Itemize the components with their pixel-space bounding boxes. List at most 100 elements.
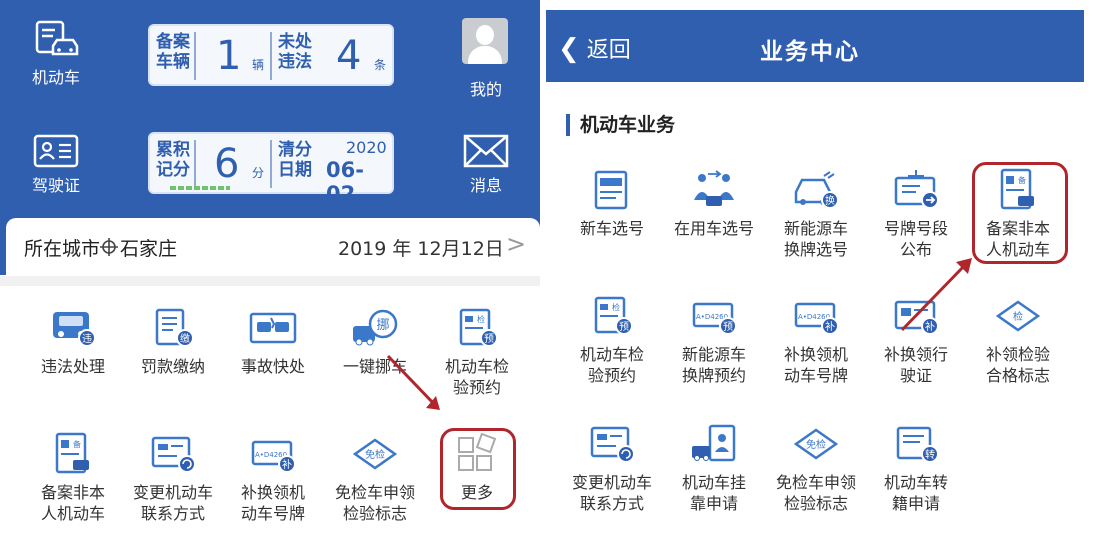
svg-text:补: 补 (825, 320, 835, 333)
service-label: 违法处理 (40, 357, 105, 376)
back-button[interactable]: ❮ 返回 (558, 32, 631, 64)
points-progress (170, 186, 230, 190)
vehicle-summary-card[interactable]: 备案 车辆 1 辆 未处 违法 4 条 (148, 24, 394, 86)
plate-replace-icon: A•D4260 补 (790, 294, 842, 338)
service-label: 变更机动车 联系方式 (571, 473, 652, 513)
svg-text:预: 预 (723, 321, 733, 333)
right-screen: ❮ 返回 业务中心 机动车业务 新车选号 在用车选号 换 新能源车 换牌选号 号… (546, 0, 1113, 552)
inspection-icon: 检 预 (586, 294, 638, 338)
message-tab[interactable]: 消息 (446, 134, 526, 196)
service-label: 变更机动车 联系方式 (132, 483, 213, 523)
service-label: 免检车申领 检验标志 (334, 483, 415, 523)
transfer-icon: 转 (890, 422, 942, 466)
inspect-mark-icon: 检 (992, 294, 1044, 338)
service-label: 新能源车 换牌选号 (783, 219, 848, 259)
left-screen: 机动车 驾驶证 备案 车辆 1 辆 未处 违法 4 条 累积 记分 6 分 清分 日期 … (0, 0, 540, 552)
message-label: 消息 (469, 176, 502, 195)
service-exempt[interactable]: 免检 免检车申领 检验标志 (764, 422, 868, 514)
chevron-right-icon[interactable]: > (506, 230, 526, 258)
svg-text:检: 检 (477, 314, 485, 324)
accident-icon (247, 306, 299, 350)
service-change-contact[interactable]: 变更机动车 联系方式 (124, 432, 222, 524)
vehicle-tab-label: 机动车 (31, 68, 80, 87)
svg-text:检: 检 (1013, 310, 1023, 323)
service-label: 新车选号 (579, 219, 644, 238)
exempt-icon: 免检 (349, 432, 401, 476)
svg-text:换: 换 (825, 194, 835, 207)
svg-text:缴: 缴 (180, 332, 190, 345)
service-ev-appointment[interactable]: A•D4260 预 新能源车 换牌预约 (664, 294, 764, 386)
highlight-box (440, 428, 516, 510)
service-label: 罚款缴纳 (140, 357, 205, 376)
clear-year: 2020 (346, 138, 387, 157)
service-fine[interactable]: 缴 罚款缴纳 (128, 306, 218, 377)
back-label: 返回 (586, 38, 631, 63)
service-label: 事故快处 (240, 357, 305, 376)
me-tab[interactable]: 我的 (446, 72, 526, 100)
violation-count: 4 (336, 33, 362, 79)
service-used-car-number[interactable]: 在用车选号 (664, 168, 764, 239)
me-label: 我的 (469, 80, 502, 99)
envelope-icon (463, 134, 509, 168)
service-register-vehicle[interactable]: 备 备案非本 人机动车 (28, 432, 118, 524)
service-label: 新能源车 换牌预约 (681, 345, 746, 385)
service-exempt[interactable]: 免检 免检车申领 检验标志 (326, 432, 424, 524)
nav-bar: ❮ 返回 业务中心 (546, 10, 1084, 82)
id-card-icon (33, 134, 79, 168)
divider (194, 140, 196, 188)
service-change-contact[interactable]: 变更机动车 联系方式 (560, 422, 664, 514)
service-inspection[interactable]: 检 预 机动车检 验预约 (564, 294, 660, 386)
divider (194, 32, 196, 80)
chevron-left-icon: ❮ (558, 34, 580, 64)
service-accident[interactable]: 事故快处 (228, 306, 318, 377)
service-label: 补换领机 动车号牌 (240, 483, 305, 523)
points-value: 6 (214, 141, 240, 187)
clear-label: 清分 日期 (278, 140, 312, 180)
svg-text:备: 备 (73, 439, 81, 449)
city-row[interactable]: 所在城市 石家庄 2019 年 12月12日 > (6, 218, 540, 276)
new-car-number-icon (586, 168, 638, 212)
license-tab[interactable]: 驾驶证 (16, 134, 96, 196)
vehicle-tab[interactable]: 机动车 (16, 20, 96, 88)
service-ev-plate[interactable]: 换 新能源车 换牌选号 (768, 168, 864, 260)
clear-date: 06-02 (326, 158, 364, 206)
svg-text:补: 补 (282, 458, 292, 471)
service-violation[interactable]: 违 违法处理 (28, 306, 118, 377)
svg-text:检: 检 (612, 302, 620, 312)
service-plate-replace[interactable]: A•D4260 补 补换领机 动车号牌 (768, 294, 864, 386)
registered-label: 备案 车辆 (156, 32, 190, 72)
service-label: 在用车选号 (673, 219, 754, 238)
service-affiliation[interactable]: 机动车挂 靠申请 (664, 422, 764, 514)
page-title: 业务中心 (760, 39, 860, 65)
svg-text:预: 预 (484, 333, 494, 345)
svg-text:挪: 挪 (376, 318, 389, 333)
change-contact-icon (147, 432, 199, 476)
car-violation-icon: 违 (47, 306, 99, 350)
change-contact-icon (586, 422, 638, 466)
divider (0, 276, 540, 286)
service-label: 机动车转 籍申请 (883, 473, 948, 513)
svg-text:免检: 免检 (806, 438, 826, 451)
service-plate-range[interactable]: 号牌号段 公布 (868, 168, 964, 260)
svg-text:转: 转 (925, 448, 935, 461)
service-label: 免检车申领 检验标志 (775, 473, 856, 513)
plate-range-icon (890, 168, 942, 212)
city-name[interactable]: 石家庄 (120, 234, 177, 261)
points-summary-card[interactable]: 累积 记分 6 分 清分 日期 2020 06-02 (148, 132, 394, 206)
avatar[interactable] (462, 18, 508, 64)
service-new-car-number[interactable]: 新车选号 (564, 168, 660, 239)
service-plate[interactable]: A•D4260 补 补换领机 动车号牌 (228, 432, 318, 524)
arrow-icon (900, 258, 972, 332)
city-label: 所在城市 (24, 238, 101, 260)
ev-plate-icon: 换 (790, 168, 842, 212)
service-label: 补换领行 驶证 (883, 345, 948, 385)
arrow-icon (386, 354, 440, 410)
used-car-number-icon (688, 168, 740, 212)
divider (270, 32, 272, 80)
service-transfer[interactable]: 转 机动车转 籍申请 (868, 422, 964, 514)
svg-text:违: 违 (82, 333, 92, 345)
fine-payment-icon: 缴 (147, 306, 199, 350)
inspection-icon: 检 预 (451, 306, 503, 350)
service-label: 机动车检 验预约 (579, 345, 644, 385)
registered-unit: 辆 (252, 58, 265, 72)
